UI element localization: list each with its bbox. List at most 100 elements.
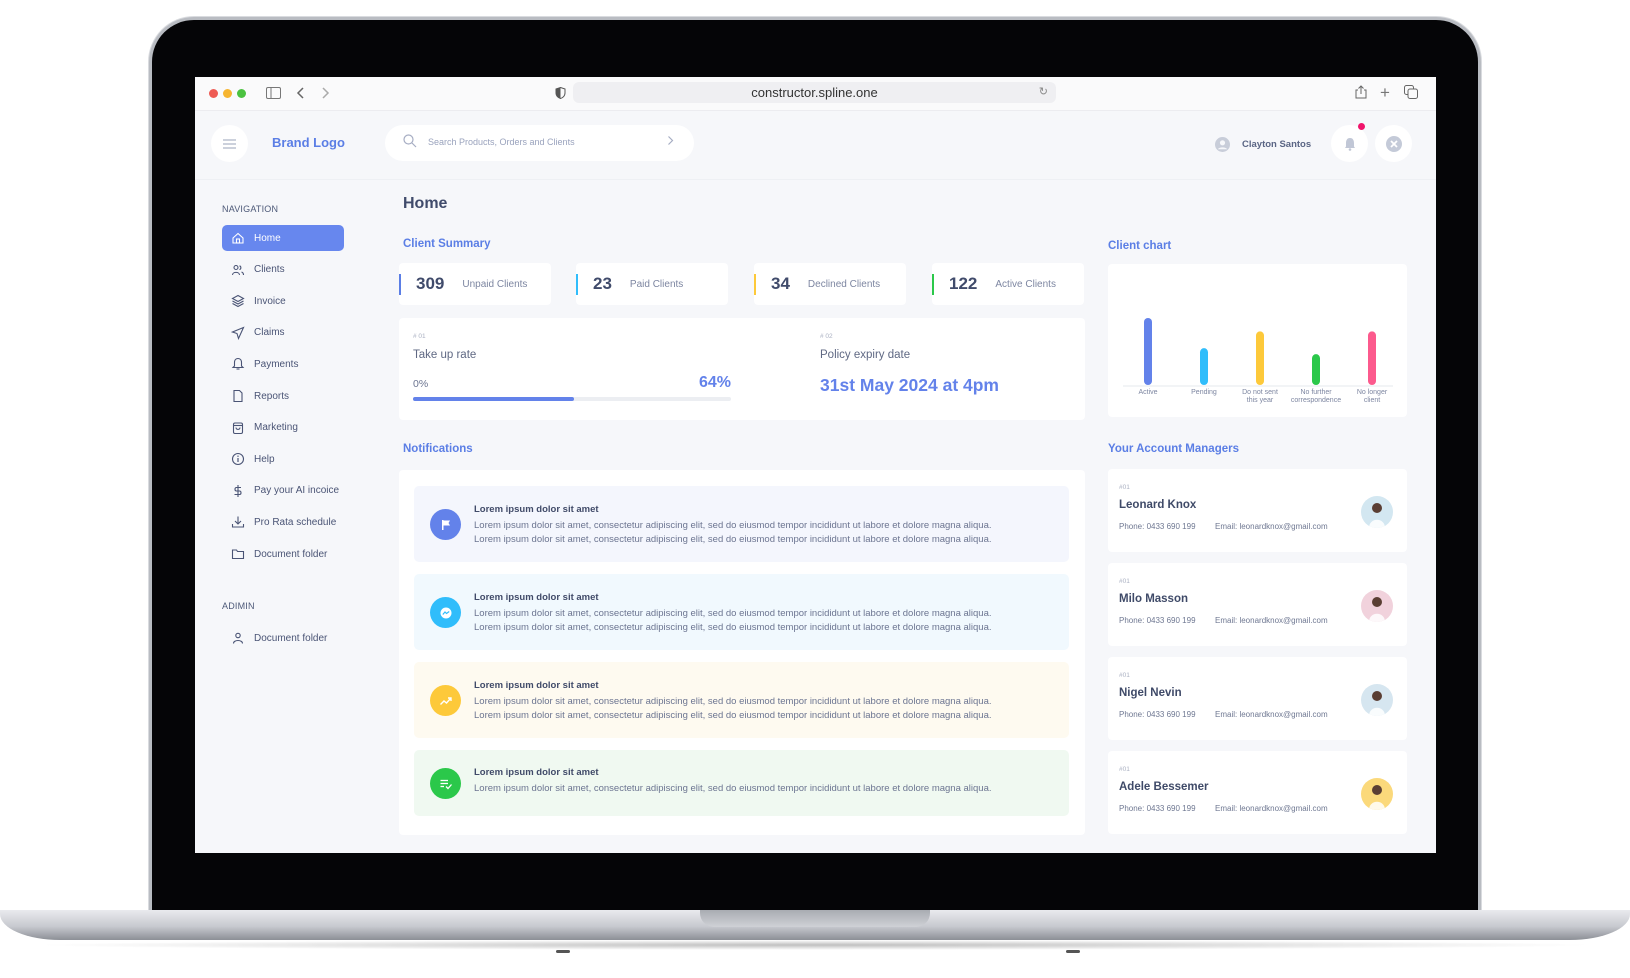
policy-expiry-value: 31st May 2024 at 4pm bbox=[820, 375, 999, 395]
navigation-section-label: NAVIGATION bbox=[222, 204, 279, 214]
sidebar-item-help[interactable]: Help bbox=[222, 446, 344, 472]
tabs-overview-icon[interactable] bbox=[1404, 84, 1418, 104]
sidebar-item-home[interactable]: Home bbox=[222, 225, 344, 251]
notification-title: Lorem ipsum dolor sit amet bbox=[474, 592, 599, 603]
privacy-shield-icon[interactable] bbox=[555, 84, 566, 104]
notification-body: Lorem ipsum dolor sit amet, consectetur … bbox=[474, 622, 992, 633]
sidebar-item-payments[interactable]: Payments bbox=[222, 351, 344, 377]
minimize-window-button[interactable] bbox=[223, 89, 232, 98]
search-input[interactable]: Search Products, Orders and Clients bbox=[385, 125, 694, 161]
notification-title: Lorem ipsum dolor sit amet bbox=[474, 767, 599, 778]
sidebar-item-document-folder[interactable]: Document folder bbox=[222, 541, 344, 567]
brand-logo[interactable]: Brand Logo bbox=[272, 135, 345, 150]
stat-accent-bar bbox=[754, 273, 756, 295]
notification-item[interactable]: Lorem ipsum dolor sit amet Lorem ipsum do… bbox=[414, 486, 1069, 562]
sidebar-item-label: Home bbox=[254, 232, 281, 244]
take-up-progress-bar bbox=[413, 397, 731, 401]
sidebar-item-clients[interactable]: Clients bbox=[222, 257, 344, 283]
close-button[interactable] bbox=[1375, 125, 1412, 162]
stat-card-declined-clients[interactable]: 34 Declined Clients bbox=[754, 263, 906, 305]
sidebar-item-claims[interactable]: Claims bbox=[222, 320, 344, 346]
chart-bar-do-not-sent-this-year[interactable] bbox=[1256, 331, 1264, 385]
sidebar-item-invoice[interactable]: Invoice bbox=[222, 288, 344, 314]
notification-item[interactable]: Lorem ipsum dolor sit amet Lorem ipsum do… bbox=[414, 662, 1069, 738]
account-manager-card[interactable]: #01 Milo Masson Phone: 0433 690 199 Email: … bbox=[1108, 563, 1407, 646]
user-profile[interactable]: Clayton Santos bbox=[1215, 137, 1311, 152]
manager-phone[interactable]: Phone: 0433 690 199 bbox=[1119, 804, 1196, 813]
policy-label: Policy expiry date bbox=[820, 349, 911, 361]
sidebar-toggle-icon[interactable] bbox=[266, 84, 281, 104]
stat-value: 309 bbox=[416, 274, 445, 293]
manager-email[interactable]: Email: leonardknox@gmail.com bbox=[1215, 710, 1328, 719]
reload-icon[interactable]: ↻ bbox=[1039, 82, 1048, 103]
notification-item[interactable]: Lorem ipsum dolor sit amet Lorem ipsum do… bbox=[414, 750, 1069, 816]
trending-up-icon bbox=[430, 685, 461, 716]
bell-icon bbox=[222, 357, 254, 371]
stat-card-paid-clients[interactable]: 23 Paid Clients bbox=[576, 263, 728, 305]
notification-body: Lorem ipsum dolor sit amet, consectetur … bbox=[474, 608, 992, 619]
send-icon bbox=[222, 326, 254, 340]
sidebar-item-pro-rata-schedule[interactable]: Pro Rata schedule bbox=[222, 509, 344, 535]
chart-bar-no-longer-client[interactable] bbox=[1368, 331, 1376, 385]
sidebar-item-label: Document folder bbox=[254, 632, 328, 644]
sidebar-item-reports[interactable]: Reports bbox=[222, 383, 344, 409]
chart-bar-active[interactable] bbox=[1144, 318, 1152, 385]
account-manager-card[interactable]: #01 Leonard Knox Phone: 0433 690 199 Email:… bbox=[1108, 469, 1407, 552]
sidebar-item-label: Document folder bbox=[254, 548, 328, 560]
chart-tick-label: No further correspondence bbox=[1285, 389, 1347, 405]
notifications-button[interactable] bbox=[1331, 125, 1368, 162]
manager-phone[interactable]: Phone: 0433 690 199 bbox=[1119, 522, 1196, 531]
manager-name: Adele Bessemer bbox=[1119, 781, 1209, 793]
chart-tick-label: No longer client bbox=[1341, 389, 1403, 405]
notification-item[interactable]: Lorem ipsum dolor sit amet Lorem ipsum do… bbox=[414, 574, 1069, 650]
stat-card-active-clients[interactable]: 122 Active Clients bbox=[932, 263, 1084, 305]
chart-bar-pending[interactable] bbox=[1200, 348, 1208, 385]
chart-tick-label-line: correspondence bbox=[1290, 397, 1342, 404]
avatar bbox=[1361, 590, 1393, 622]
close-window-button[interactable] bbox=[209, 89, 218, 98]
stat-value: 23 bbox=[593, 274, 612, 293]
chart-tick-label: Pending bbox=[1173, 389, 1235, 397]
manager-phone[interactable]: Phone: 0433 690 199 bbox=[1119, 710, 1196, 719]
sidebar-item-label: Marketing bbox=[254, 422, 298, 434]
stat-label: Unpaid Clients bbox=[462, 278, 528, 290]
users-icon bbox=[222, 263, 254, 277]
sidebar-item-pay-your-ai-incoice[interactable]: Pay your AI incoice bbox=[222, 478, 344, 504]
manager-email[interactable]: Email: leonardknox@gmail.com bbox=[1215, 522, 1328, 531]
notification-body: Lorem ipsum dolor sit amet, consectetur … bbox=[474, 520, 992, 531]
notifications-title: Notifications bbox=[403, 443, 473, 455]
manager-email[interactable]: Email: leonardknox@gmail.com bbox=[1215, 804, 1328, 813]
stat-label: Active Clients bbox=[995, 278, 1056, 290]
manager-name: Nigel Nevin bbox=[1119, 687, 1182, 699]
share-icon[interactable] bbox=[1355, 84, 1367, 104]
take-up-min-label: 0% bbox=[413, 378, 429, 390]
menu-button[interactable] bbox=[211, 125, 248, 162]
stat-card-unpaid-clients[interactable]: 309 Unpaid Clients bbox=[399, 263, 551, 305]
app-header: Brand Logo Search Products, Orders and C… bbox=[195, 111, 1436, 180]
account-manager-card[interactable]: #01 Adele Bessemer Phone: 0433 690 199 Emai… bbox=[1108, 751, 1407, 834]
manager-email[interactable]: Email: leonardknox@gmail.com bbox=[1215, 616, 1328, 625]
manager-phone[interactable]: Phone: 0433 690 199 bbox=[1119, 616, 1196, 625]
sidebar-item-marketing[interactable]: Marketing bbox=[222, 415, 344, 441]
hamburger-icon bbox=[223, 138, 236, 149]
avatar bbox=[1361, 778, 1393, 810]
layers-icon bbox=[222, 294, 254, 308]
take-up-progress-fill bbox=[413, 397, 574, 401]
maximize-window-button[interactable] bbox=[237, 89, 246, 98]
admin-section-label: ADIMIN bbox=[222, 601, 255, 611]
new-tab-icon[interactable]: + bbox=[1380, 84, 1390, 102]
shopping-bag-icon bbox=[222, 421, 254, 435]
forward-icon[interactable] bbox=[321, 84, 330, 104]
address-bar[interactable]: constructor.spline.one ↻ bbox=[573, 82, 1056, 103]
account-managers-title: Your Account Managers bbox=[1108, 443, 1239, 455]
laptop-shadow bbox=[30, 940, 1600, 950]
account-manager-card[interactable]: #01 Nigel Nevin Phone: 0433 690 199 Email: … bbox=[1108, 657, 1407, 740]
chevron-right-icon[interactable] bbox=[667, 135, 674, 146]
chart-bar-no-further-correspondence[interactable] bbox=[1312, 354, 1320, 385]
stat-value: 34 bbox=[771, 274, 790, 293]
sidebar-item-document-folder[interactable]: Document folder bbox=[222, 625, 344, 651]
chart-tick-label-line: client bbox=[1363, 397, 1381, 404]
browser-toolbar: constructor.spline.one ↻ + bbox=[195, 77, 1436, 111]
back-icon[interactable] bbox=[296, 84, 305, 104]
avatar bbox=[1361, 684, 1393, 716]
